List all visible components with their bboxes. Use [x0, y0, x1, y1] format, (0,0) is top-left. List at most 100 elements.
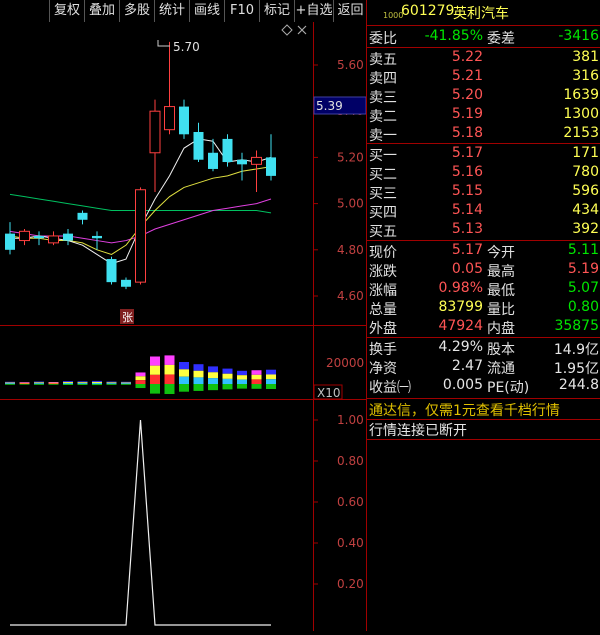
volume-bar-segment: [150, 365, 160, 375]
buy-level-price: 5.15: [451, 183, 483, 199]
indicator-tick-label: 0.20: [337, 577, 364, 591]
f10-button[interactable]: F10: [224, 0, 259, 22]
promo-notice[interactable]: 通达信，仅需1元查看千档行情: [367, 400, 600, 419]
diamond-icon[interactable]: [281, 24, 293, 36]
weibi-value: -41.85%: [424, 28, 483, 44]
stat-row: 现价 5.17 今开 5.11: [367, 242, 600, 261]
volume-bar-segment: [179, 362, 189, 370]
candle-body: [135, 189, 146, 283]
volume-bar-base: [77, 384, 88, 385]
buy-level-label: 买四: [369, 205, 397, 221]
volume-bar-segment: [222, 378, 233, 384]
sell-level-label: 卖五: [369, 52, 397, 68]
buy-level-2: 买二 5.16 780: [367, 164, 600, 183]
price-tick-label: 4.80: [337, 243, 364, 257]
candle-body: [19, 230, 30, 242]
fin-value: 2.47: [451, 358, 483, 374]
overlay-button[interactable]: 叠加: [84, 0, 119, 22]
stat-label: 最高: [487, 264, 515, 280]
buy-level-price: 5.17: [451, 145, 483, 161]
candle-body: [208, 152, 218, 169]
stock-code: 601279: [401, 3, 455, 19]
sell-level-volume: 2153: [563, 125, 599, 141]
volume-bar-base: [193, 384, 204, 391]
volume-bar-segment: [121, 382, 131, 384]
stock-title: 1000 601279 英利汽车: [367, 3, 600, 22]
mark-button[interactable]: 标记: [259, 0, 294, 22]
sell-level-volume: 1300: [563, 106, 599, 122]
divider: [367, 25, 600, 26]
volume-bar-base: [19, 384, 30, 385]
volume-bar-segment: [164, 355, 175, 365]
volume-bar-segment: [266, 379, 276, 384]
volume-bar-base: [208, 384, 218, 391]
sell-level-label: 卖二: [369, 109, 397, 125]
volume-bar-segment: [34, 383, 44, 384]
volume-bar-segment: [251, 379, 262, 384]
volume-bar-segment: [5, 383, 15, 385]
stat-value: 35875: [554, 318, 599, 334]
sell-level-5: 卖五 5.22 381: [367, 49, 600, 68]
kline-chart[interactable]: 5.605.405.205.004.804.60 1.000.800.600.4…: [0, 22, 367, 631]
buy-level-label: 买一: [369, 148, 397, 164]
volume-bar-segment: [92, 381, 102, 383]
weicha-label: 委差: [487, 31, 515, 47]
candles: [5, 41, 276, 290]
indicator-polyline: [10, 419, 271, 626]
sell-level-price: 5.19: [451, 106, 483, 122]
sell-level-price: 5.22: [451, 49, 483, 65]
stat-row: 总量 83799 量比 0.80: [367, 299, 600, 318]
volume-bar-base: [251, 384, 262, 389]
volume-bar-segment: [266, 369, 276, 375]
volume-bar-segment: [77, 382, 88, 384]
back-button[interactable]: 返回: [333, 0, 367, 22]
buy-level-price: 5.14: [451, 202, 483, 218]
candle-body: [48, 235, 59, 244]
volume-bar-base: [34, 384, 44, 385]
promo-notice-text[interactable]: 通达信，仅需1元查看千档行情: [369, 400, 560, 420]
price-tick-label: 5.00: [337, 197, 364, 211]
volume-bar-base: [222, 384, 233, 390]
volume-bar-segment: [34, 382, 44, 384]
sell-level-1: 卖一 5.18 2153: [367, 125, 600, 144]
price-ticks: 5.605.405.205.004.804.60: [313, 58, 364, 303]
stat-label: 现价: [369, 245, 397, 261]
indicator-tick-label: 0.80: [337, 454, 364, 468]
candle-body: [193, 131, 204, 160]
volume-bar-segment: [121, 381, 131, 383]
candle-body: [237, 159, 247, 165]
volume-bar-base: [164, 384, 175, 395]
volume-bar-segment: [150, 356, 160, 366]
fin-label: 流通: [487, 361, 515, 377]
volume-bar-base: [63, 384, 73, 386]
fuquan-button[interactable]: 复权: [49, 0, 84, 22]
stat-row: 涨跌 0.05 最高 5.19: [367, 261, 600, 280]
buy-level-volume: 780: [572, 164, 599, 180]
multi-stock-button[interactable]: 多股: [119, 0, 154, 22]
volume-bar-segment: [237, 370, 247, 376]
fin-row: 净资 2.47 流通 1.95亿: [367, 358, 600, 377]
draw-line-button[interactable]: 画线: [189, 0, 224, 22]
stat-value: 83799: [438, 299, 483, 315]
candle-body: [63, 233, 73, 241]
stat-value: 5.07: [567, 280, 599, 296]
volume-bar-segment: [150, 374, 160, 384]
add-watchlist-button[interactable]: +自选: [294, 0, 333, 22]
volume-bar-base: [92, 384, 102, 386]
stat-label: 今开: [487, 245, 515, 261]
volume-bars: [5, 355, 276, 395]
stat-label: 量比: [487, 302, 515, 318]
volume-bar-segment: [222, 368, 233, 374]
volume-bar-base: [106, 384, 117, 385]
fin-label: 换手: [369, 342, 397, 358]
close-icon[interactable]: [297, 25, 307, 35]
statistics-button[interactable]: 统计: [154, 0, 189, 22]
stat-value: 5.11: [567, 242, 599, 258]
volume-bar-base: [179, 384, 189, 392]
volume-bar-segment: [34, 381, 44, 383]
sell-level-label: 卖四: [369, 71, 397, 87]
chart-area[interactable]: 5.605.405.205.004.804.60 1.000.800.600.4…: [0, 22, 367, 631]
sell-level-2: 卖二 5.19 1300: [367, 106, 600, 125]
volume-bar-segment: [193, 377, 204, 384]
stat-label: 总量: [369, 302, 397, 318]
